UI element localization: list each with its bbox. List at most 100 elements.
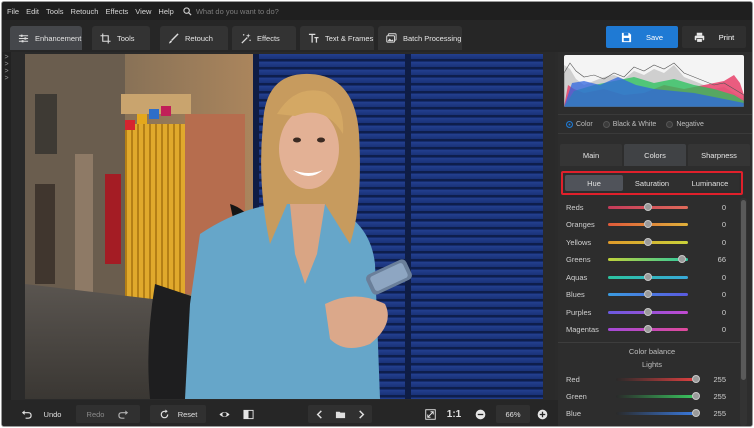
slider-value: 0 (721, 307, 726, 317)
undo-icon (21, 409, 32, 419)
collapsed-side-strip[interactable]: > > > > (2, 52, 11, 402)
chevron-right-icon[interactable] (356, 409, 367, 420)
tab-batch-processing-label: Batch Processing (403, 33, 462, 43)
actual-size-button[interactable]: 1:1 (444, 405, 464, 423)
fit-screen-icon (424, 408, 436, 420)
histogram (564, 55, 744, 107)
tab-retouch[interactable]: Retouch (160, 26, 228, 50)
sliders-icon (18, 34, 29, 42)
reset-button[interactable]: Reset (150, 405, 206, 423)
slider-handle[interactable] (644, 307, 652, 316)
radio-negative[interactable] (666, 120, 674, 128)
slider-track[interactable] (608, 307, 688, 316)
segment-luminance[interactable]: Luminance (681, 175, 739, 191)
canvas-area[interactable] (11, 52, 555, 402)
balance-slider-green[interactable]: Green 255 (566, 389, 744, 403)
slider-track[interactable] (608, 220, 688, 228)
slider-handle[interactable] (644, 202, 652, 211)
tab-sharpness[interactable]: Sharpness (688, 144, 750, 166)
save-button[interactable]: Save (606, 26, 678, 48)
folder-icon[interactable] (335, 409, 346, 420)
search-input[interactable] (195, 6, 336, 16)
floppy-disk-icon (621, 32, 632, 42)
plus-circle-icon (537, 409, 547, 419)
photo-preview[interactable] (25, 54, 543, 399)
slider-handle[interactable] (644, 272, 652, 281)
print-button[interactable]: Print (682, 26, 746, 48)
mode-black-white[interactable]: Black & White (602, 120, 656, 128)
mode-negative-label: Negative (676, 120, 704, 128)
slider-value: 0 (721, 237, 726, 247)
mode-negative[interactable]: Negative (666, 120, 704, 128)
radio-black-white[interactable] (602, 120, 610, 128)
expand-arrow-icon[interactable]: > (2, 75, 11, 82)
search-box[interactable] (183, 6, 336, 16)
hue-slider-blues[interactable]: Blues 0 (566, 288, 736, 302)
slider-handle[interactable] (677, 255, 686, 263)
zoom-level[interactable]: 66% (496, 405, 530, 423)
tab-text-frames[interactable]: Text & Frames (300, 26, 374, 50)
mode-color[interactable]: Color (566, 120, 593, 128)
hue-slider-reds[interactable]: Reds 0 (566, 200, 736, 214)
radio-color[interactable] (566, 120, 573, 128)
slider-handle[interactable] (644, 290, 652, 298)
expand-arrow-icon[interactable]: > (2, 61, 11, 68)
slider-handle[interactable] (692, 374, 700, 383)
slider-handle[interactable] (644, 237, 652, 246)
slider-label: Green (566, 391, 587, 401)
slider-track[interactable] (616, 374, 700, 383)
slider-label: Magentas (566, 325, 599, 334)
hue-slider-greens[interactable]: Greens 66 (566, 253, 736, 267)
slider-handle[interactable] (692, 408, 700, 417)
panel-subtabs: Main Colors Sharpness (558, 144, 752, 166)
slider-handle[interactable] (692, 391, 700, 400)
balance-slider-blue[interactable]: Blue 255 (566, 406, 744, 420)
slider-track[interactable] (608, 237, 688, 246)
slider-track[interactable] (608, 255, 688, 263)
slider-track[interactable] (608, 290, 688, 298)
main-toolbar: Enhancement Tools Retouch Effects Text &… (2, 20, 752, 52)
undo-button[interactable]: Undo (10, 405, 72, 423)
slider-track[interactable] (608, 272, 688, 281)
balance-slider-red[interactable]: Red 255 (566, 372, 744, 386)
panel-scrollbar-thumb[interactable] (741, 200, 746, 380)
tab-effects[interactable]: Effects (232, 26, 296, 50)
redo-icon (118, 409, 129, 419)
segment-hue[interactable]: Hue (565, 175, 623, 191)
slider-track[interactable] (616, 391, 700, 400)
redo-button[interactable]: Redo (76, 405, 140, 423)
zoom-out-button[interactable] (472, 405, 488, 423)
hue-slider-oranges[interactable]: Oranges 0 (566, 218, 736, 232)
tab-batch-processing[interactable]: Batch Processing (378, 26, 462, 50)
menu-view[interactable]: View (135, 7, 151, 16)
segment-saturation[interactable]: Saturation (623, 175, 681, 191)
slider-track[interactable] (608, 202, 688, 211)
hue-slider-magentas[interactable]: Magentas 0 (566, 323, 736, 337)
expand-arrow-icon[interactable]: > (2, 68, 11, 75)
zoom-in-button[interactable] (534, 405, 550, 423)
menu-help[interactable]: Help (158, 7, 173, 16)
histogram-graph (564, 62, 744, 107)
panel-scrollbar[interactable] (740, 198, 747, 426)
tab-tools[interactable]: Tools (92, 26, 150, 50)
slider-track[interactable] (616, 408, 700, 417)
expand-arrow-icon[interactable]: > (2, 54, 11, 61)
menu-tools[interactable]: Tools (46, 7, 64, 16)
menu-file[interactable]: File (7, 7, 19, 16)
hue-slider-aquas[interactable]: Aquas 0 (566, 270, 736, 284)
slider-handle[interactable] (644, 220, 652, 228)
menu-effects[interactable]: Effects (105, 7, 128, 16)
hue-slider-purples[interactable]: Purples 0 (566, 305, 736, 319)
fit-to-screen-button[interactable] (422, 405, 438, 423)
tab-enhancement[interactable]: Enhancement (10, 26, 82, 50)
compare-toggle[interactable] (238, 405, 258, 423)
tab-main[interactable]: Main (560, 144, 622, 166)
preview-toggle[interactable] (214, 405, 234, 423)
slider-handle[interactable] (644, 325, 652, 333)
menu-edit[interactable]: Edit (26, 7, 39, 16)
hue-slider-yellows[interactable]: Yellows 0 (566, 235, 736, 249)
chevron-left-icon[interactable] (314, 409, 325, 420)
tab-colors[interactable]: Colors (624, 144, 686, 166)
slider-track[interactable] (608, 325, 688, 333)
menu-retouch[interactable]: Retouch (71, 7, 99, 16)
